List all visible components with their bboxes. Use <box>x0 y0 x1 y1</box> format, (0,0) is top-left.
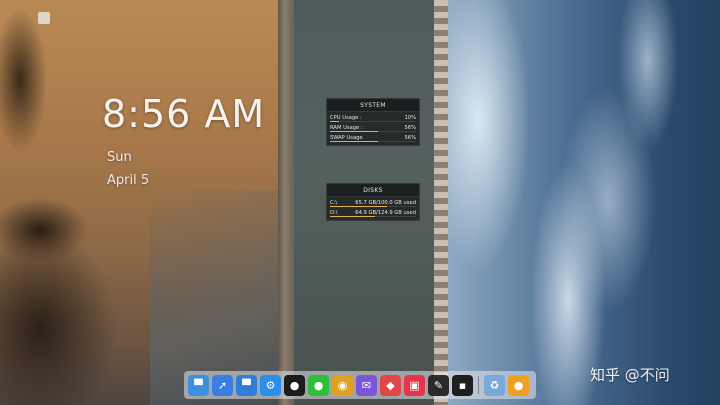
recycle-icon[interactable]: ♻ <box>484 374 505 396</box>
clock-day: Sun <box>107 150 132 165</box>
terminal-icon[interactable]: ▪ <box>452 374 473 396</box>
cpu-usage-bar-fill <box>330 121 339 122</box>
photo-viewer-icon[interactable]: ▣ <box>404 374 425 396</box>
disks-widget: DISKS C:\ 65.7 GB/100.0 GB used D:\ 64.9… <box>326 183 420 221</box>
wallpaper-pier <box>434 0 448 405</box>
disk-c-bar <box>330 206 416 207</box>
desktop-file-icon[interactable] <box>38 12 50 24</box>
clock-date: April 5 <box>107 173 150 188</box>
disk-d-bar-fill <box>330 216 375 217</box>
duck-icon[interactable]: ● <box>508 374 529 396</box>
wechat-icon[interactable]: ● <box>308 374 329 396</box>
cpu-usage-bar <box>330 121 416 122</box>
chrome-icon[interactable]: ◉ <box>332 374 353 396</box>
qq-penguin-icon[interactable]: ● <box>284 374 305 396</box>
watermark-text: 知乎 @不问 <box>590 366 670 384</box>
ram-usage-bar <box>330 131 416 132</box>
folder-icon[interactable]: ▀ <box>236 374 257 396</box>
system-widget: SYSTEM CPU Usage : 10% RAM Usage : 56% S… <box>326 98 420 146</box>
wallpaper-seawall <box>278 0 294 405</box>
disk-c-bar-fill <box>330 206 387 207</box>
swap-usage-bar-fill <box>330 141 379 142</box>
system-widget-title: SYSTEM <box>327 99 419 112</box>
dock-separator <box>478 376 479 394</box>
clock-time: 8:56 AM <box>102 92 266 136</box>
dock: ▀ ➚ ▀ ⚙ ● ● ◉ ✉ ◆ ▣ ✎ ▪ ♻ ● <box>184 371 536 399</box>
launcher-rocket-icon[interactable]: ➚ <box>212 374 233 396</box>
text-editor-icon[interactable]: ✎ <box>428 374 449 396</box>
settings-gear-icon[interactable]: ⚙ <box>260 374 281 396</box>
disk-d-row: D:\ 64.9 GB/124.9 GB used <box>327 208 419 218</box>
wallpaper-sea <box>448 0 720 405</box>
ram-usage-row: RAM Usage : 56% <box>327 123 419 133</box>
disks-widget-title: DISKS <box>327 184 419 197</box>
mail-icon[interactable]: ✉ <box>356 374 377 396</box>
disk-d-bar <box>330 216 416 217</box>
swap-usage-bar <box>330 141 416 142</box>
cpu-usage-row: CPU Usage : 10% <box>327 113 419 123</box>
ram-usage-bar-fill <box>330 131 379 132</box>
swap-usage-row: SWAP Usage 56% <box>327 133 419 143</box>
file-manager-icon[interactable]: ▀ <box>188 374 209 396</box>
app-store-icon[interactable]: ◆ <box>380 374 401 396</box>
disk-c-row: C:\ 65.7 GB/100.0 GB used <box>327 198 419 208</box>
